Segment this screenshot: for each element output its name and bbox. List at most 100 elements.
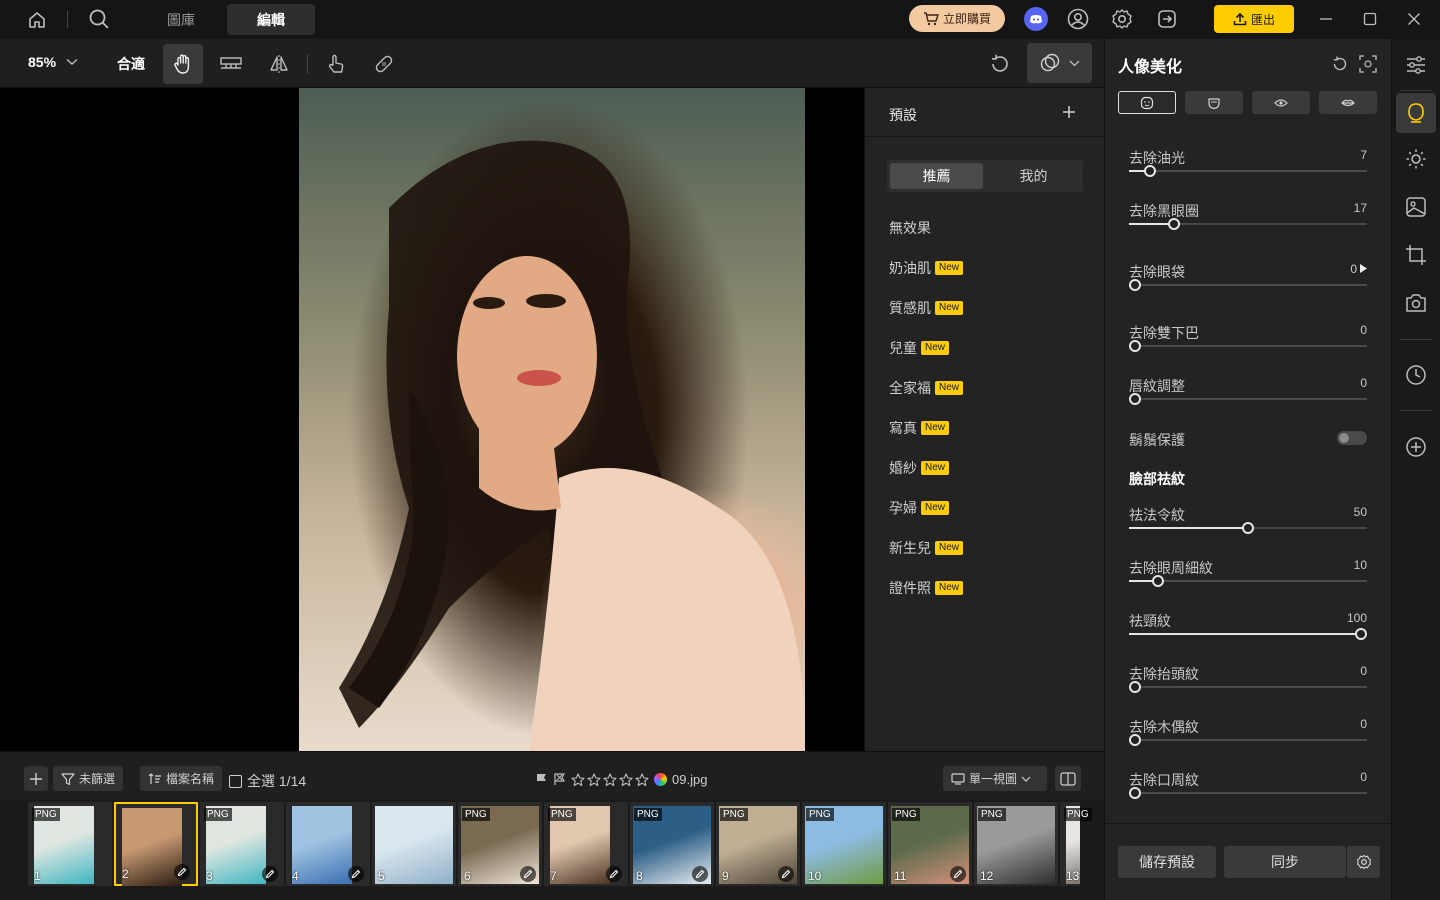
slider-thumb[interactable] [1168,218,1181,230]
select-all-checkbox[interactable] [229,774,242,788]
history-icon[interactable] [1396,355,1436,395]
filmstrip-thumb[interactable]: PNG 11 [888,802,972,886]
slider-value[interactable]: 0 [1360,323,1367,337]
filmstrip-thumb[interactable]: PNG 8 [630,802,714,886]
beard-protect-toggle[interactable] [1337,431,1367,445]
star-icon[interactable] [603,772,617,787]
slider-value[interactable]: 0 [1360,717,1367,731]
save-preset-button[interactable]: 儲存預設 [1118,846,1216,878]
add-photo-button[interactable] [24,766,48,791]
preset-item[interactable]: 無效果 [889,218,931,238]
sync-settings-button[interactable] [1346,846,1380,878]
star-icon[interactable] [571,772,585,787]
filmstrip-thumb[interactable]: 4 [286,802,370,886]
touch-tool-button[interactable] [316,44,356,84]
select-all[interactable]: 全選 1/14 [229,771,306,791]
minimize-icon[interactable] [1313,7,1339,31]
account-icon[interactable] [1066,7,1090,31]
star-rating[interactable] [571,772,649,787]
play-triangle-icon[interactable] [1360,264,1367,273]
import-icon[interactable] [1155,7,1179,31]
face-detect-icon[interactable] [1357,53,1379,75]
slider-track[interactable] [1129,279,1367,291]
preset-item[interactable]: 孕婦 New [889,498,950,518]
slider-thumb[interactable] [1129,681,1141,693]
filmstrip-thumb[interactable]: PNG 1 [28,802,112,886]
slider-thumb[interactable] [1355,628,1367,640]
preset-item[interactable]: 兒童 New [889,338,950,358]
preset-item[interactable]: 全家福 New [889,378,964,398]
filmstrip-thumb[interactable]: 2 [114,802,198,886]
star-icon[interactable] [635,772,649,787]
slider-value[interactable]: 0 [1360,664,1367,678]
zoom-select[interactable]: 85% [28,54,78,70]
slider-value[interactable]: 10 [1354,558,1367,572]
overlay-compare-button[interactable] [1027,43,1092,83]
compare-tool-button[interactable] [211,44,251,84]
discord-icon[interactable] [1024,7,1048,31]
preset-item[interactable]: 寫真 New [889,418,950,438]
maximize-icon[interactable] [1357,7,1383,31]
star-icon[interactable] [619,772,633,787]
slider-track[interactable] [1129,393,1367,405]
sync-button[interactable]: 同步 [1224,846,1346,878]
flip-tool-button[interactable] [259,44,299,84]
slider-thumb[interactable] [1242,522,1254,534]
slider-track[interactable] [1129,628,1367,640]
compare-view-button[interactable] [1055,766,1081,791]
slider-value[interactable]: 0 [1360,770,1367,784]
export-button[interactable]: 匯出 [1214,5,1294,33]
slider-track[interactable] [1129,165,1367,177]
filmstrip-thumb[interactable]: PNG 6 [458,802,542,886]
slider-value[interactable]: 17 [1354,201,1367,215]
background-icon[interactable] [1396,187,1436,227]
slider-thumb[interactable] [1129,787,1141,799]
slider-thumb[interactable] [1151,575,1164,587]
adjust-sliders-icon[interactable] [1396,45,1436,85]
portrait-beauty-icon[interactable] [1396,93,1436,133]
gear-icon[interactable] [1110,7,1134,31]
color-label-icon[interactable] [654,773,667,786]
fit-button[interactable]: 合適 [117,54,145,74]
filter-button[interactable]: 未篩選 [53,766,124,791]
slider-track[interactable] [1129,681,1367,693]
hand-tool-button[interactable] [163,44,203,84]
filmstrip-thumb[interactable]: PNG 13 [1060,802,1092,886]
slider-track[interactable] [1129,734,1367,746]
slider-value[interactable]: 0 [1360,376,1367,390]
slider-thumb[interactable] [1129,393,1141,405]
tab-library[interactable]: 圖庫 [141,4,221,35]
tab-mine[interactable]: 我的 [987,163,1080,189]
light-icon[interactable] [1396,139,1436,179]
filmstrip-thumb[interactable]: PNG 9 [716,802,800,886]
search-icon[interactable] [86,6,112,32]
slider-value[interactable]: 100 [1347,611,1367,625]
view-mode-select[interactable]: 單一視圖 [943,766,1047,791]
slider-thumb[interactable] [1129,734,1141,746]
filmstrip-thumb[interactable]: PNG 12 [974,802,1058,886]
reject-flag-icon[interactable] [553,773,566,786]
photo-canvas[interactable] [0,88,864,751]
slider-track[interactable] [1129,218,1367,230]
buy-now-button[interactable]: 立即購買 [909,5,1005,32]
slider-track[interactable] [1129,575,1367,587]
tab-recommended[interactable]: 推薦 [890,163,983,189]
tab-skin[interactable] [1118,91,1176,114]
preset-item[interactable]: 質感肌 New [889,298,964,318]
camera-icon[interactable] [1396,283,1436,323]
preset-item[interactable]: 婚紗 New [889,458,950,478]
slider-value[interactable]: 0 [1350,262,1357,276]
preset-item[interactable]: 奶油肌 New [889,258,964,278]
add-tool-icon[interactable] [1396,427,1436,467]
filmstrip-thumb[interactable]: PNG 10 [802,802,886,886]
preset-item[interactable]: 新生兒 New [889,538,964,558]
flag-icon[interactable] [535,773,548,786]
tab-face-shape[interactable] [1185,91,1243,114]
sort-button[interactable]: 檔案名稱 [140,766,223,791]
slider-thumb[interactable] [1129,279,1141,291]
filmstrip-thumb[interactable]: PNG 3 [200,802,284,886]
tab-eyes[interactable] [1252,91,1310,114]
slider-value[interactable]: 50 [1354,505,1367,519]
slider-value[interactable]: 7 [1360,148,1367,162]
star-icon[interactable] [587,772,601,787]
